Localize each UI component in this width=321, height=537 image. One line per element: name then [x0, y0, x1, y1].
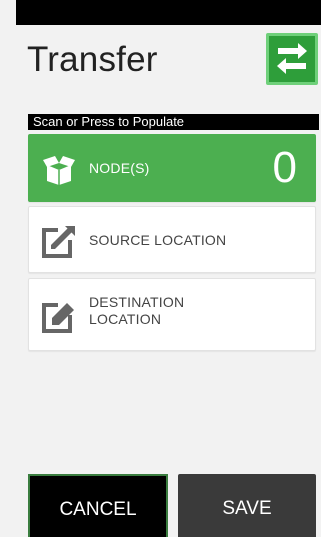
save-button[interactable]: SAVE	[178, 474, 316, 537]
cancel-button[interactable]: CANCEL	[28, 474, 168, 537]
source-location-label: SOURCE LOCATION	[89, 232, 227, 248]
destination-label-line2: LOCATION	[89, 311, 162, 327]
status-bar	[16, 0, 321, 25]
destination-location-label: DESTINATION LOCATION	[89, 294, 229, 328]
edit-document-icon	[41, 298, 77, 334]
edit-external-icon	[41, 223, 77, 259]
destination-label-line1: DESTINATION	[89, 294, 185, 310]
open-box-icon	[41, 151, 77, 187]
nodes-label: NODE(S)	[89, 160, 150, 176]
page-title: Transfer	[27, 40, 158, 79]
destination-location-field[interactable]: DESTINATION LOCATION	[28, 278, 316, 351]
nodes-count: 0	[272, 143, 297, 192]
source-location-field[interactable]: SOURCE LOCATION	[28, 206, 316, 273]
transfer-arrows-icon[interactable]	[266, 33, 318, 85]
scan-hint-bar: Scan or Press to Populate	[28, 114, 319, 130]
transfer-screen: Transfer Scan or Press to Populate NODE(…	[0, 0, 321, 537]
nodes-field[interactable]: NODE(S) 0	[28, 134, 316, 202]
